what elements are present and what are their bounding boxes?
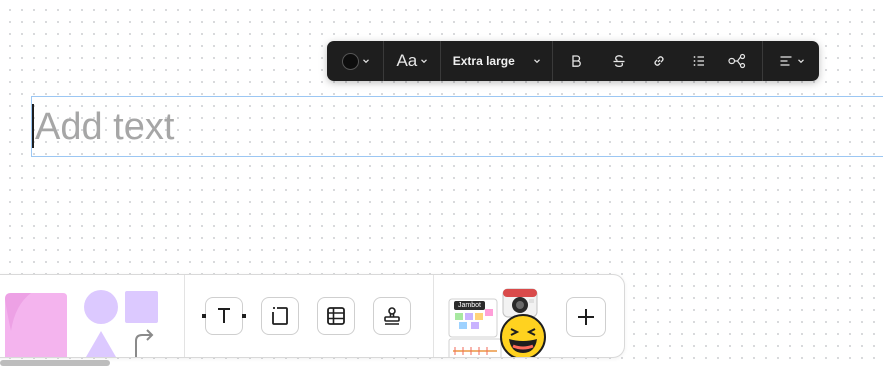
add-icon [578,309,594,325]
table-icon [327,307,345,325]
text-color-button[interactable] [327,41,383,81]
divider [184,275,185,357]
link-icon [654,56,664,66]
handle-dot [242,314,246,318]
text-placeholder: Add text [35,106,175,148]
chevron-down-icon [798,59,805,64]
font-size-label: Extra large [452,54,515,68]
strikethrough-icon [613,55,625,68]
text-tool-icon [218,308,230,323]
jambot-label: Jambot [454,301,485,310]
mindmap-button[interactable] [718,41,756,81]
bold-button[interactable] [553,41,599,81]
align-button[interactable] [763,41,819,81]
mindmap-icon [728,53,746,69]
chevron-down-icon [362,59,369,64]
text-caret [32,104,34,148]
bullet-list-button[interactable] [679,41,719,81]
color-group [327,41,383,81]
text-format-toolbar: Aa Extra large [327,41,819,81]
widgets-icon[interactable] [447,287,557,358]
bold-icon [572,55,581,67]
handle-dot [202,314,206,318]
horizontal-scrollbar[interactable] [0,360,110,366]
shapes-icon[interactable] [81,289,161,358]
chevron-down-icon [534,59,541,64]
add-button[interactable] [566,297,606,337]
text-box[interactable]: Add text [31,96,883,157]
table-tool-button[interactable] [317,297,355,335]
creation-toolbar: Jambot [0,274,625,358]
text-color-swatch [341,52,359,70]
font-size-dropdown[interactable]: Extra large [441,41,553,81]
font-icon: Aa [396,51,418,70]
bullet-list-icon [693,56,704,66]
strikethrough-button[interactable] [599,41,639,81]
align-left-icon [780,56,792,66]
font-button[interactable]: Aa [384,41,440,81]
chevron-down-icon [421,59,428,64]
text-tool-button[interactable] [205,297,243,335]
stamp-icon [384,307,400,325]
divider [433,275,434,357]
link-button[interactable] [639,41,679,81]
sticky-note-icon[interactable] [1,291,71,358]
frame-tool-button[interactable] [261,297,299,335]
stamp-tool-button[interactable] [373,297,411,335]
frame-icon [272,307,288,325]
